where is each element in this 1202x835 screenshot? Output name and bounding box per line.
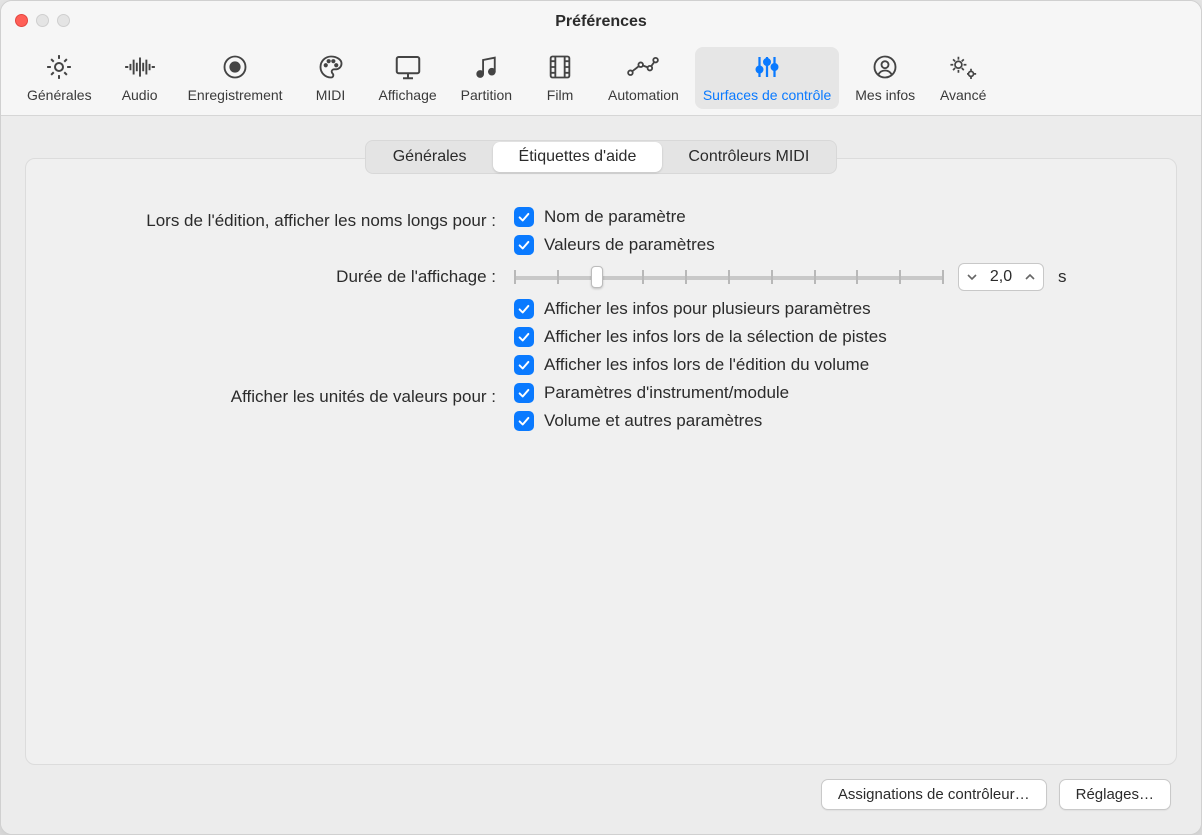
preferences-window: Préférences Générales Audio Enregistreme…: [0, 0, 1202, 835]
toolbar-tab-general[interactable]: Générales: [19, 47, 100, 109]
monitor-icon: [393, 51, 423, 83]
checkbox-volume-edit[interactable]: [514, 355, 534, 375]
checkbox-track-select[interactable]: [514, 327, 534, 347]
film-icon: [546, 51, 574, 83]
slider-thumb[interactable]: [591, 266, 603, 288]
toolbar-label: Mes infos: [855, 87, 915, 103]
checkbox-parameter-name[interactable]: [514, 207, 534, 227]
checkbox-label: Paramètres d'instrument/module: [544, 383, 789, 403]
checkbox-label: Valeurs de paramètres: [544, 235, 715, 255]
toolbar-tab-my-info[interactable]: Mes infos: [847, 47, 923, 109]
toolbar-tab-recording[interactable]: Enregistrement: [180, 47, 291, 109]
toolbar-tab-control-surfaces[interactable]: Surfaces de contrôle: [695, 47, 839, 109]
label-show-units: Afficher les unités de valeurs pour :: [66, 383, 496, 407]
toolbar-label: Automation: [608, 87, 679, 103]
label-edit-long-names: Lors de l'édition, afficher les noms lon…: [66, 207, 496, 231]
label-display-duration: Durée de l'affichage :: [66, 263, 496, 287]
controller-assignments-button[interactable]: Assignations de contrôleur…: [821, 779, 1047, 810]
toolbar-label: Affichage: [379, 87, 437, 103]
user-circle-icon: [871, 51, 899, 83]
sliders-icon: [752, 51, 782, 83]
toolbar-label: MIDI: [316, 87, 346, 103]
toolbar-label: Générales: [27, 87, 92, 103]
checkbox-multi-params[interactable]: [514, 299, 534, 319]
toolbar-label: Enregistrement: [188, 87, 283, 103]
stepper-value: 2,0: [983, 268, 1019, 286]
palette-icon: [317, 51, 345, 83]
toolbar-tab-score[interactable]: Partition: [453, 47, 520, 109]
toolbar-tab-movie[interactable]: Film: [528, 47, 592, 109]
music-notes-icon: [472, 51, 500, 83]
maximize-window-button[interactable]: [57, 14, 70, 27]
sub-tab-midi-controllers[interactable]: Contrôleurs MIDI: [662, 142, 835, 172]
checkbox-label: Afficher les infos lors de l'édition du …: [544, 355, 869, 375]
checkbox-label: Afficher les infos pour plusieurs paramè…: [544, 299, 871, 319]
toolbar-tab-audio[interactable]: Audio: [108, 47, 172, 109]
automation-icon: [627, 51, 659, 83]
preferences-toolbar: Générales Audio Enregistrement MIDI Affi: [1, 43, 1201, 116]
toolbar-tab-midi[interactable]: MIDI: [299, 47, 363, 109]
checkbox-instrument-module[interactable]: [514, 383, 534, 403]
toolbar-tab-advanced[interactable]: Avancé: [931, 47, 995, 109]
sub-tab-help-tags[interactable]: Étiquettes d'aide: [493, 142, 663, 172]
sub-tabs: Générales Étiquettes d'aide Contrôleurs …: [25, 140, 1177, 174]
close-window-button[interactable]: [15, 14, 28, 27]
settings-button[interactable]: Réglages…: [1059, 779, 1171, 810]
toolbar-tab-automation[interactable]: Automation: [600, 47, 687, 109]
checkbox-label: Nom de paramètre: [544, 207, 686, 227]
checkbox-label: Volume et autres paramètres: [544, 411, 762, 431]
chevron-up-icon[interactable]: [1021, 271, 1039, 283]
footer-buttons: Assignations de contrôleur… Réglages…: [25, 765, 1177, 816]
toolbar-label: Film: [547, 87, 573, 103]
checkbox-parameter-values[interactable]: [514, 235, 534, 255]
waveform-icon: [123, 51, 157, 83]
settings-panel: Lors de l'édition, afficher les noms lon…: [25, 158, 1177, 765]
display-duration-stepper[interactable]: 2,0: [958, 263, 1044, 291]
toolbar-tab-display[interactable]: Affichage: [371, 47, 445, 109]
checkbox-label: Afficher les infos lors de la sélection …: [544, 327, 887, 347]
record-icon: [221, 51, 249, 83]
content-area: Générales Étiquettes d'aide Contrôleurs …: [1, 116, 1201, 834]
unit-label: s: [1058, 267, 1067, 287]
gear-icon: [44, 51, 74, 83]
toolbar-label: Avancé: [940, 87, 986, 103]
display-duration-slider[interactable]: [514, 265, 944, 289]
toolbar-label: Surfaces de contrôle: [703, 87, 831, 103]
sub-tab-general[interactable]: Générales: [367, 142, 493, 172]
minimize-window-button[interactable]: [36, 14, 49, 27]
toolbar-label: Partition: [461, 87, 512, 103]
chevron-down-icon[interactable]: [963, 271, 981, 283]
window-title: Préférences: [555, 13, 647, 31]
toolbar-label: Audio: [122, 87, 158, 103]
traffic-lights: [15, 14, 70, 27]
titlebar: Préférences: [1, 1, 1201, 43]
gears-icon: [947, 51, 979, 83]
checkbox-volume-other[interactable]: [514, 411, 534, 431]
